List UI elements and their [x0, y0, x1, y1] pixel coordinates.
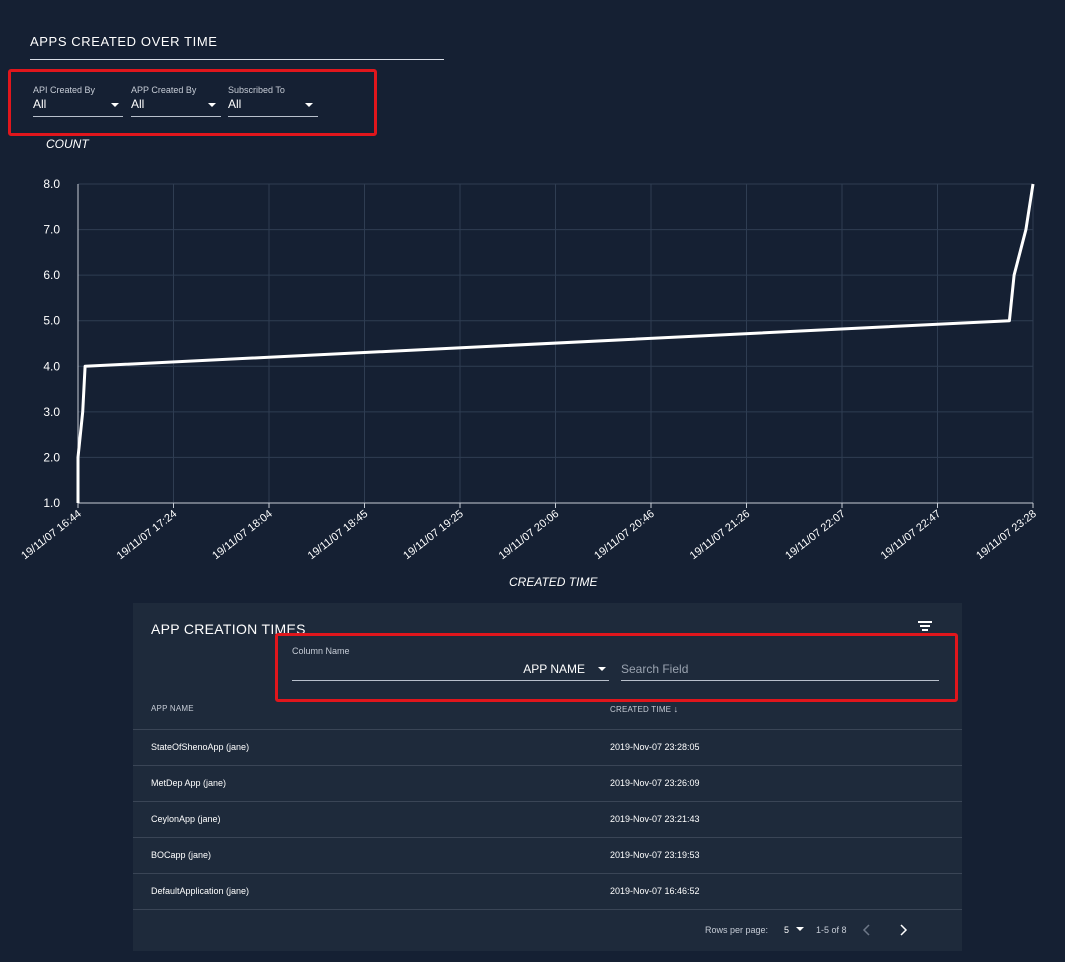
filter-list-icon[interactable]	[918, 620, 936, 634]
y-tick-label: 8.0	[43, 177, 60, 191]
y-tick-label: 2.0	[43, 450, 60, 464]
search-highlight	[275, 633, 958, 702]
x-tick-label: 19/11/07 18:04	[210, 508, 275, 562]
y-tick-label: 6.0	[43, 268, 60, 282]
table-row[interactable]: CeylonApp (jane) 2019-Nov-07 23:21:43	[133, 802, 962, 838]
cell-app-name: BOCapp (jane)	[151, 850, 212, 860]
x-tick-label: 19/11/07 18:45	[306, 508, 371, 562]
x-tick-label: 19/11/07 23:28	[974, 508, 1039, 562]
y-tick-label: 5.0	[43, 314, 60, 328]
cell-app-name: DefaultApplication (jane)	[151, 886, 250, 896]
table-row[interactable]: StateOfShenoApp (jane) 2019-Nov-07 23:28:…	[133, 730, 962, 766]
cell-created-time: 2019-Nov-07 16:46:52	[610, 886, 700, 896]
x-tick-label: 19/11/07 16:44	[19, 508, 84, 562]
x-tick-label: 19/11/07 21:26	[688, 508, 753, 562]
y-tick-label: 1.0	[43, 496, 60, 510]
chevron-right-icon[interactable]	[897, 924, 909, 936]
header-created-time-label: CREATED TIME	[610, 705, 672, 714]
x-tick-label: 19/11/07 22:47	[879, 508, 944, 562]
table-row[interactable]: BOCapp (jane) 2019-Nov-07 23:19:53	[133, 838, 962, 874]
cell-app-name: MetDep App (jane)	[151, 778, 227, 788]
line-chart: 1.0 2.0 3.0 4.0 5.0 6.0 7.0 8.0 19/11/07 16:44 19…	[19, 177, 1039, 562]
pagination-range: 1-5 of 8	[816, 925, 847, 935]
rows-per-page-label: Rows per page:	[705, 925, 769, 935]
chevron-down-icon	[795, 927, 804, 931]
sort-arrow-down-icon: ↓	[673, 704, 679, 714]
rows-per-page-select[interactable]: 5	[784, 925, 804, 935]
x-tick-label: 19/11/07 20:06	[497, 508, 562, 562]
x-tick-label: 19/11/07 17:24	[115, 508, 180, 562]
y-tick-label: 4.0	[43, 359, 60, 373]
table-row[interactable]: DefaultApplication (jane) 2019-Nov-07 16:…	[133, 874, 962, 910]
x-tick-label: 19/11/07 19:25	[401, 508, 466, 562]
header-created-time[interactable]: CREATED TIME ↓	[610, 704, 678, 714]
header-app-name[interactable]: APP NAME	[151, 704, 194, 713]
cell-created-time: 2019-Nov-07 23:28:05	[610, 742, 700, 752]
x-tick-label: 19/11/07 20:46	[592, 508, 657, 562]
chevron-left-icon[interactable]	[861, 924, 873, 936]
table-row[interactable]: MetDep App (jane) 2019-Nov-07 23:26:09	[133, 766, 962, 802]
cell-app-name: CeylonApp (jane)	[151, 814, 221, 824]
y-tick-label: 7.0	[43, 223, 60, 237]
y-tick-label: 3.0	[43, 405, 60, 419]
cell-created-time: 2019-Nov-07 23:21:43	[610, 814, 700, 824]
cell-created-time: 2019-Nov-07 23:19:53	[610, 850, 700, 860]
cell-created-time: 2019-Nov-07 23:26:09	[610, 778, 700, 788]
x-tick-label: 19/11/07 22:07	[783, 508, 848, 562]
rows-per-page-value: 5	[784, 925, 790, 935]
cell-app-name: StateOfShenoApp (jane)	[151, 742, 250, 752]
